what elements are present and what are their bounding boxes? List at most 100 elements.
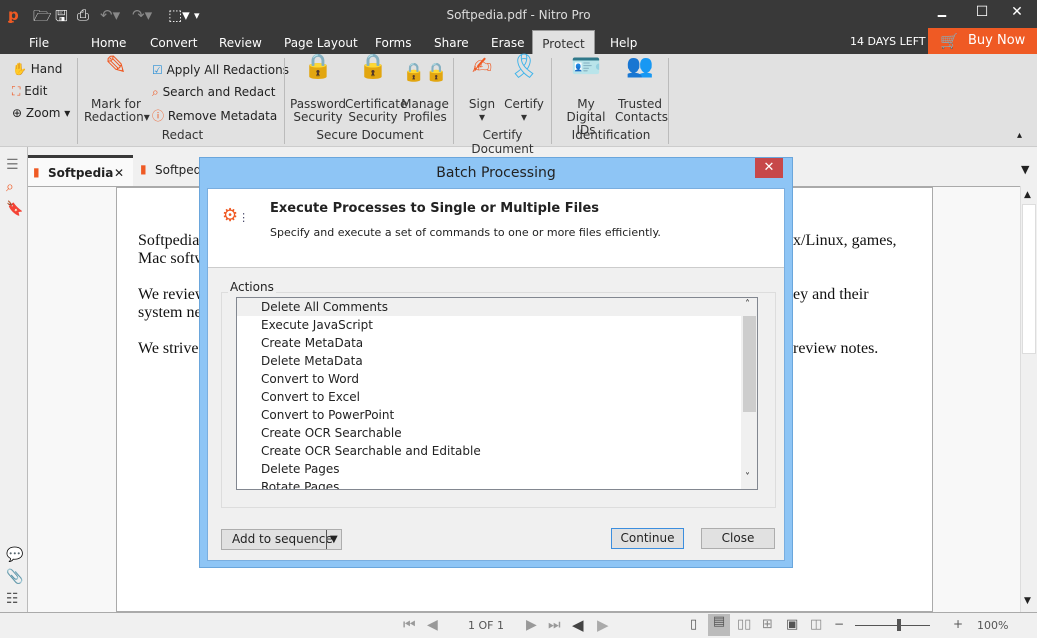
collapse-ribbon-icon[interactable]: ▴ bbox=[1017, 130, 1022, 141]
certify-button[interactable]: 🎗 Certify ▾ bbox=[502, 54, 546, 124]
tab-forms[interactable]: Forms bbox=[375, 36, 411, 50]
certificate-security-button[interactable]: 🔒 Certificate Security bbox=[345, 54, 407, 124]
add-to-sequence-button[interactable]: Add to sequence ▼ bbox=[221, 529, 342, 550]
list-scroll-thumb[interactable] bbox=[743, 316, 756, 412]
dropdown-arrow-icon[interactable]: ▼ bbox=[326, 530, 338, 549]
fullscreen-icon[interactable]: ▣ bbox=[786, 617, 798, 632]
group-label-identification: Identification bbox=[571, 128, 651, 142]
attachments-icon[interactable]: 📎 bbox=[6, 569, 23, 585]
page-text: We strive bbox=[138, 340, 199, 357]
scroll-down-icon[interactable]: ˅ bbox=[745, 472, 750, 483]
left-panel-bar: ☰ ⌕ 🔖 💬 📎 ☷ bbox=[0, 147, 28, 612]
close-tab-icon[interactable]: ✕ bbox=[114, 166, 124, 180]
action-list-item[interactable]: Convert to Word bbox=[261, 370, 359, 388]
action-list-item[interactable]: Delete All Comments bbox=[261, 298, 388, 316]
scroll-up-icon[interactable]: ˄ bbox=[745, 299, 750, 310]
tab-review[interactable]: Review bbox=[219, 36, 262, 50]
apply-redactions-icon: ☑ bbox=[152, 63, 163, 77]
tab-home[interactable]: Home bbox=[91, 36, 126, 50]
continuous-facing-icon[interactable]: ⊞ bbox=[762, 617, 773, 632]
action-list-item[interactable]: Convert to Excel bbox=[261, 388, 360, 406]
single-page-icon[interactable]: ▯ bbox=[690, 617, 697, 632]
actions-list[interactable]: Delete All Comments Execute JavaScript Cre… bbox=[236, 297, 758, 490]
action-list-item[interactable]: Create MetaData bbox=[261, 334, 363, 352]
buy-now-button[interactable]: 🛒 Buy Now bbox=[928, 28, 1037, 54]
present-icon[interactable]: ◫ bbox=[810, 617, 822, 632]
tab-share[interactable]: Share bbox=[434, 36, 469, 50]
group-label-redact: Redact bbox=[161, 128, 204, 142]
my-digital-ids-button[interactable]: 🪪 My Digital IDs bbox=[558, 54, 614, 137]
password-lock-icon: 🔒 bbox=[303, 52, 333, 80]
zoom-in-button[interactable]: + bbox=[953, 617, 963, 631]
search-panel-icon[interactable]: ⌕ bbox=[6, 179, 14, 195]
mark-for-redaction-button[interactable]: ✎ Mark for Redaction▾ bbox=[84, 53, 150, 124]
label: My Digital bbox=[566, 97, 606, 124]
tab-help[interactable]: Help bbox=[610, 36, 637, 50]
back-view-icon[interactable]: ◀ bbox=[572, 616, 584, 634]
minimize-button[interactable]: 🗕 bbox=[927, 4, 957, 28]
last-page-icon[interactable]: ⏭ bbox=[548, 617, 561, 633]
tab-protect[interactable]: Protect bbox=[532, 30, 595, 54]
label: Profiles bbox=[403, 110, 447, 124]
prev-page-icon[interactable]: ◀ bbox=[427, 617, 438, 633]
status-bar: ⏮ ◀ 1 OF 1 ▶ ⏭ ◀ ▶ ▯ ▤ ▯▯ ⊞ ▣ ◫ − + 100% bbox=[0, 612, 1037, 638]
zoom-slider-thumb[interactable] bbox=[897, 619, 901, 631]
action-list-item[interactable]: Create OCR Searchable bbox=[261, 424, 402, 442]
edit-tool[interactable]: ⛶ Edit bbox=[12, 84, 47, 99]
tab-erase[interactable]: Erase bbox=[491, 36, 525, 50]
pages-panel-icon[interactable]: ☰ bbox=[6, 157, 19, 173]
scroll-up-icon[interactable]: ▲ bbox=[1024, 190, 1031, 200]
page-text: ey and their bbox=[793, 286, 869, 303]
search-and-redact-button[interactable]: ⌕ Search and Redact bbox=[152, 85, 275, 100]
tab-page-layout[interactable]: Page Layout bbox=[284, 36, 358, 50]
tab-list-dropdown-icon[interactable]: ▼ bbox=[1021, 163, 1029, 176]
remove-metadata-button[interactable]: ⓘ Remove Metadata bbox=[152, 107, 277, 124]
page-indicator[interactable]: 1 OF 1 bbox=[468, 619, 504, 632]
zoom-slider[interactable] bbox=[855, 625, 930, 626]
scroll-thumb[interactable] bbox=[1022, 204, 1036, 354]
label: Security bbox=[348, 110, 398, 124]
sign-button[interactable]: ✍ Sign ▾ bbox=[462, 54, 502, 124]
edit-icon: ⛶ bbox=[12, 84, 21, 98]
zoom-out-button[interactable]: − bbox=[834, 617, 844, 631]
comments-icon[interactable]: 💬 bbox=[6, 547, 23, 563]
list-scrollbar[interactable]: ˄ ˅ bbox=[741, 298, 757, 489]
facing-page-icon[interactable]: ▯▯ bbox=[737, 617, 751, 632]
window-title: Softpedia.pdf - Nitro Pro bbox=[446, 8, 591, 22]
pdf-file-icon: ▮ bbox=[33, 165, 40, 179]
dialog-close-button[interactable]: ✕ bbox=[755, 158, 783, 178]
continue-button[interactable]: Continue bbox=[611, 528, 684, 549]
action-list-item[interactable]: Delete MetaData bbox=[261, 352, 363, 370]
manage-profiles-button[interactable]: 🔒🔒 Manage Profiles bbox=[401, 60, 449, 124]
hand-tool[interactable]: ✋ Hand bbox=[12, 62, 62, 76]
tab-convert[interactable]: Convert bbox=[150, 36, 197, 50]
doc-tab-softpedia-2[interactable]: ▮ Softped bbox=[135, 155, 205, 186]
first-page-icon[interactable]: ⏮ bbox=[403, 617, 416, 633]
next-page-icon[interactable]: ▶ bbox=[526, 617, 537, 633]
zoom-level[interactable]: 100% bbox=[977, 619, 1008, 632]
dialog-heading: Execute Processes to Single or Multiple … bbox=[270, 201, 600, 216]
maximize-button[interactable]: ☐ bbox=[967, 4, 997, 20]
forward-view-icon[interactable]: ▶ bbox=[597, 616, 609, 634]
apply-all-redactions-button[interactable]: ☑ Apply All Redactions bbox=[152, 63, 289, 77]
trusted-contacts-button[interactable]: 👥 Trusted Contacts bbox=[615, 56, 668, 124]
action-list-item[interactable]: Rotate Pages bbox=[261, 478, 339, 489]
close-button[interactable]: ✕ bbox=[1002, 4, 1032, 20]
close-dialog-button[interactable]: Close bbox=[701, 528, 775, 549]
doc-tab-softpedia[interactable]: ▮ Softpedia ✕ bbox=[28, 155, 133, 186]
output-icon[interactable]: ☷ bbox=[6, 591, 19, 607]
zoom-tool[interactable]: ⊕ Zoom ▾ bbox=[12, 106, 70, 120]
label: Redaction▾ bbox=[84, 110, 150, 124]
doc-tab-label: Softpedia bbox=[48, 166, 114, 180]
continuous-page-icon[interactable]: ▤ bbox=[708, 614, 730, 636]
file-menu[interactable]: File bbox=[29, 36, 49, 50]
vertical-scrollbar[interactable]: ▲ ▼ bbox=[1020, 186, 1037, 612]
password-security-button[interactable]: 🔒 Password Security bbox=[290, 52, 346, 124]
group-label-secure: Secure Document bbox=[316, 128, 424, 142]
action-list-item[interactable]: Delete Pages bbox=[261, 460, 340, 478]
scroll-down-icon[interactable]: ▼ bbox=[1024, 596, 1031, 606]
bookmarks-icon[interactable]: 🔖 bbox=[6, 201, 23, 217]
action-list-item[interactable]: Convert to PowerPoint bbox=[261, 406, 394, 424]
action-list-item[interactable]: Execute JavaScript bbox=[261, 316, 373, 334]
action-list-item[interactable]: Create OCR Searchable and Editable bbox=[261, 442, 481, 460]
